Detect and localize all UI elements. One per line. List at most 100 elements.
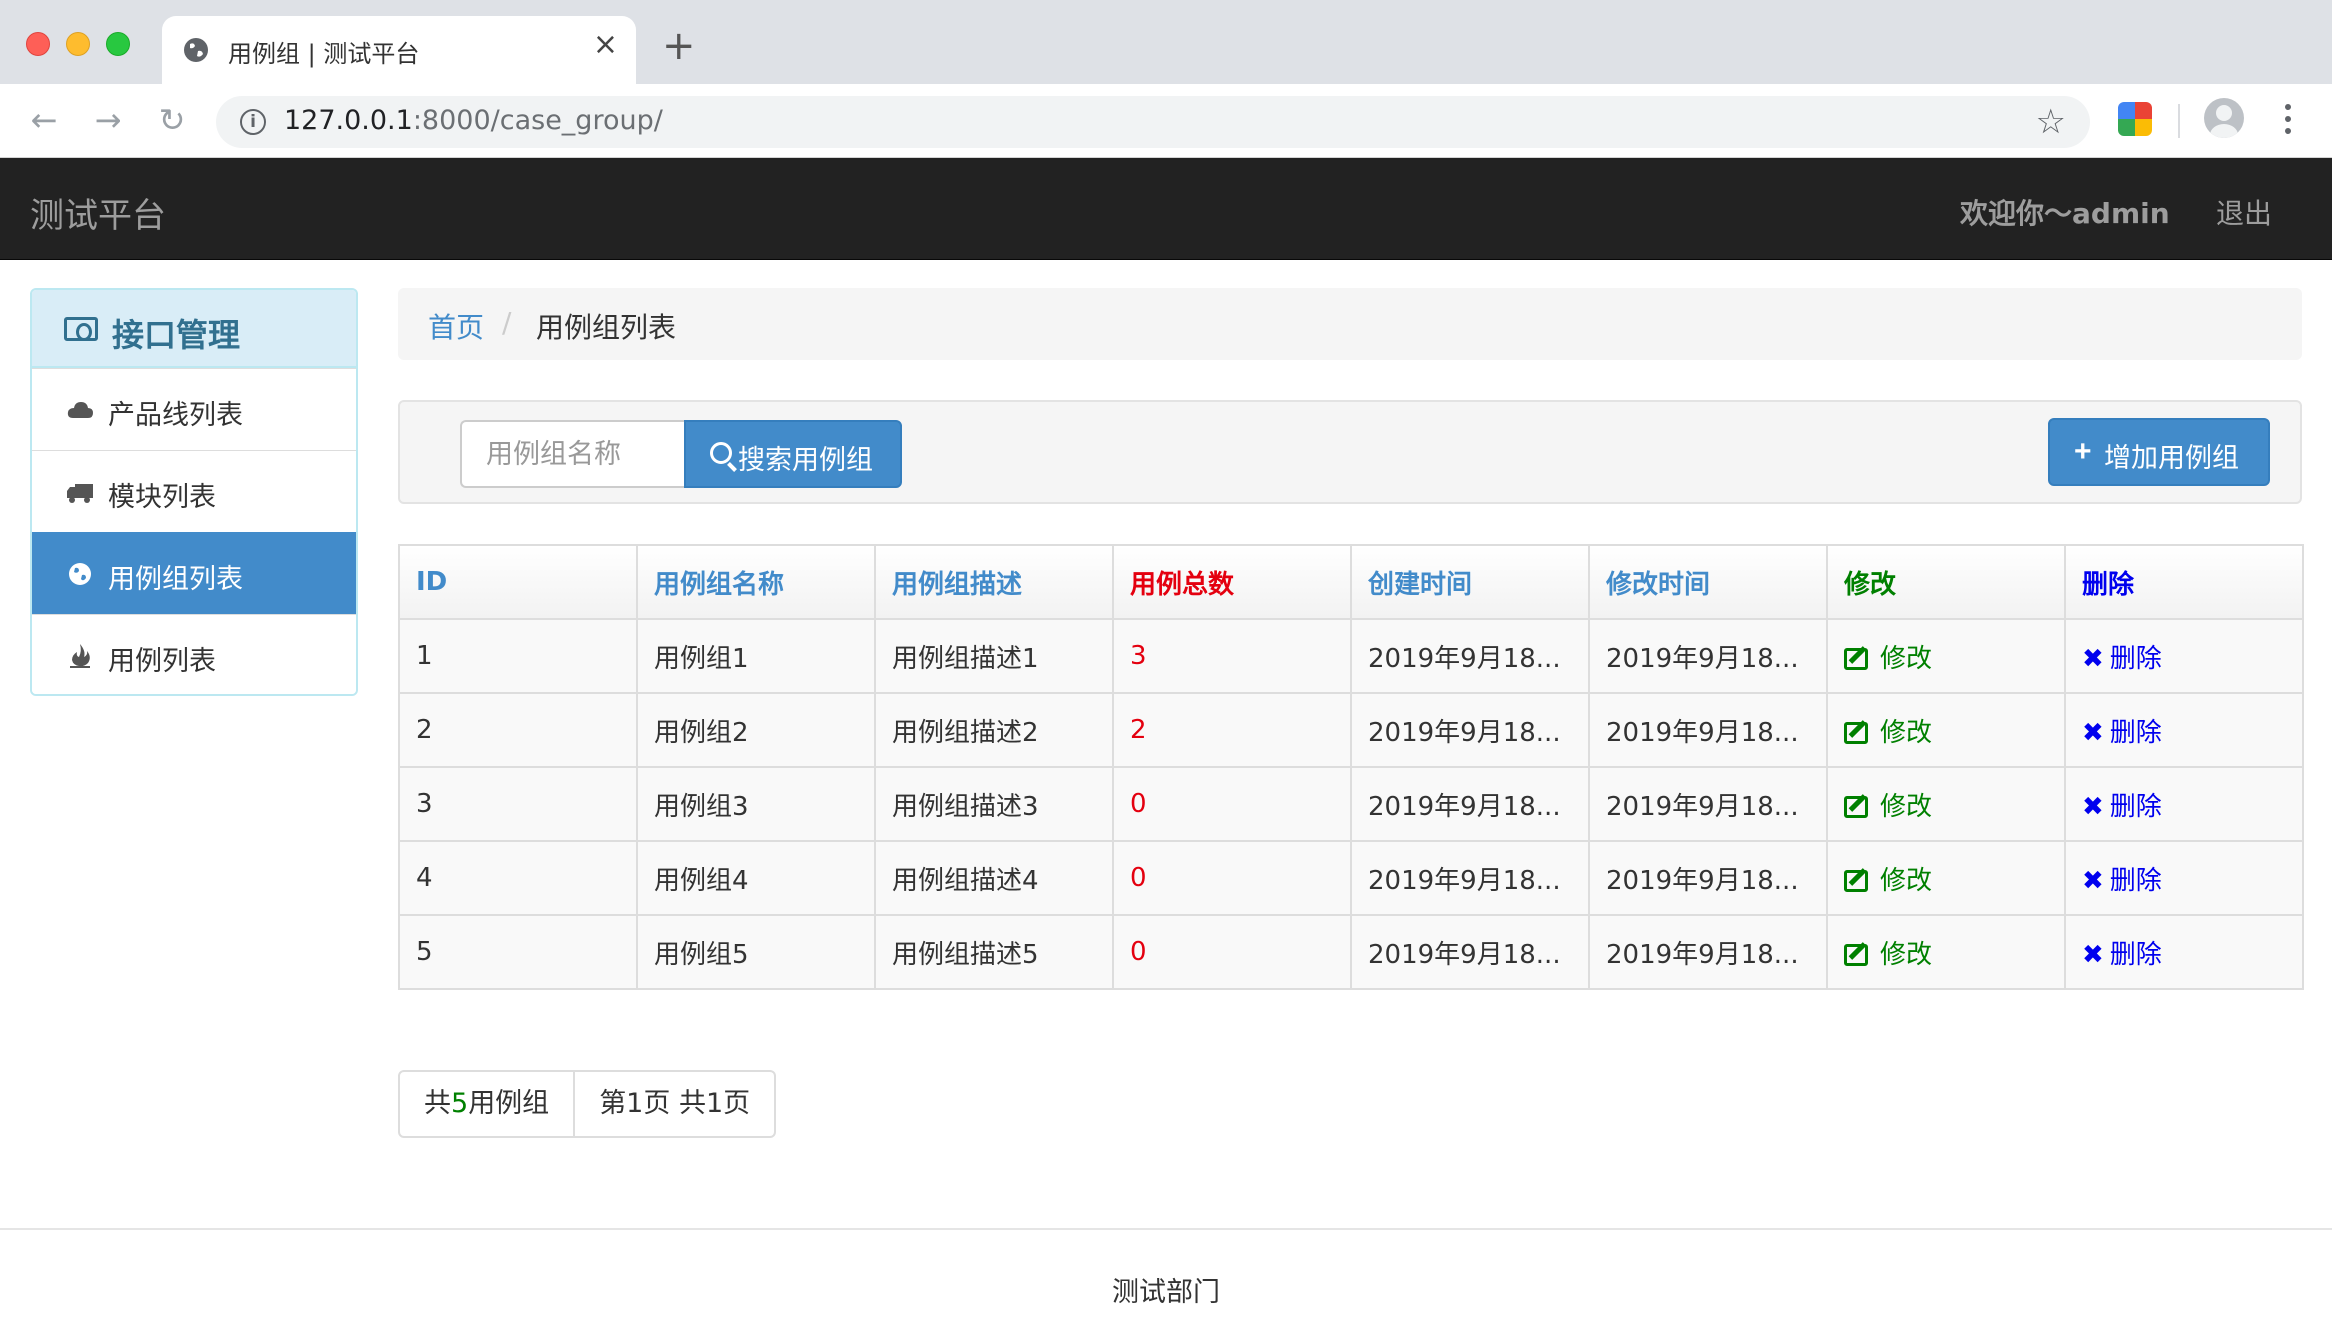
- address-bar[interactable]: i 127.0.0.1:8000/case_group/ ☆: [216, 96, 2090, 148]
- forward-arrow-icon[interactable]: →: [88, 100, 128, 140]
- cell-total: 0: [1112, 766, 1352, 842]
- sidebar-panel: 接口管理 产品线列表 模块列表 用例组列表 用例列表: [30, 288, 358, 696]
- cell-name: 用例组3: [636, 766, 876, 842]
- browser-toolbar: ← → ↻ i 127.0.0.1:8000/case_group/ ☆: [0, 84, 2332, 158]
- fire-icon: [66, 643, 94, 669]
- breadcrumb-current: 用例组列表: [536, 311, 677, 344]
- sidebar-item-label: 用例组列表: [108, 564, 243, 595]
- window-minimize-button[interactable]: [66, 32, 90, 56]
- browser-tab[interactable]: 用例组 | 测试平台 ×: [162, 16, 636, 84]
- sidebar-item-label: 模块列表: [108, 482, 216, 513]
- column-header-total: 用例总数: [1112, 544, 1352, 620]
- cell-modified: 2019年9月18...: [1588, 914, 1828, 990]
- breadcrumb-separator: /: [502, 306, 512, 339]
- pagination: 共5用例组 第1页 共1页: [398, 1070, 777, 1138]
- search-input[interactable]: [460, 420, 684, 488]
- edit-link[interactable]: 修改: [1844, 792, 1932, 822]
- sidebar-item-case-groups[interactable]: 用例组列表: [32, 532, 356, 614]
- delete-x-icon: ✖: [2082, 717, 2104, 748]
- info-icon[interactable]: i: [240, 109, 266, 135]
- table-row: 2 用例组2 用例组描述2 2 2019年9月18... 2019年9月18..…: [398, 692, 2304, 768]
- profile-avatar-icon[interactable]: [2204, 98, 2244, 138]
- delete-link[interactable]: ✖ 删除: [2082, 866, 2162, 896]
- add-case-group-button[interactable]: + 增加用例组: [2048, 418, 2270, 486]
- table-row: 3 用例组3 用例组描述3 0 2019年9月18... 2019年9月18..…: [398, 766, 2304, 842]
- cell-total: 0: [1112, 914, 1352, 990]
- brand-title[interactable]: 测试平台: [30, 188, 166, 237]
- cell-delete: ✖ 删除: [2064, 618, 2304, 694]
- extension-icon[interactable]: [2118, 102, 2152, 136]
- edit-link[interactable]: 修改: [1844, 644, 1932, 674]
- delete-link[interactable]: ✖ 删除: [2082, 792, 2162, 822]
- edit-link[interactable]: 修改: [1844, 718, 1932, 748]
- column-header-modified: 修改时间: [1588, 544, 1828, 620]
- edit-icon: [1844, 943, 1868, 966]
- table-header-row: ID 用例组名称 用例组描述 用例总数 创建时间 修改时间 修改 删除: [398, 544, 2304, 620]
- column-header-id: ID: [398, 544, 638, 620]
- sidebar-heading-title: 接口管理: [112, 316, 241, 354]
- money-icon: [64, 317, 98, 341]
- top-navbar: 测试平台 欢迎你～admin 退出: [0, 158, 2332, 260]
- new-tab-button[interactable]: +: [662, 26, 696, 66]
- cell-description: 用例组描述3: [874, 766, 1114, 842]
- cell-edit: 修改: [1826, 914, 2066, 990]
- cell-total: 3: [1112, 618, 1352, 694]
- search-button[interactable]: 搜索用例组: [684, 420, 902, 488]
- logout-link[interactable]: 退出: [2216, 192, 2272, 232]
- sidebar-item-cases[interactable]: 用例列表: [32, 614, 356, 694]
- sidebar-item-label: 用例列表: [108, 646, 216, 677]
- cell-delete: ✖ 删除: [2064, 914, 2304, 990]
- table-row: 4 用例组4 用例组描述4 0 2019年9月18... 2019年9月18..…: [398, 840, 2304, 916]
- edit-icon: [1844, 795, 1868, 818]
- add-button-label: 增加用例组: [2104, 443, 2239, 473]
- delete-x-icon: ✖: [2082, 865, 2104, 896]
- cell-created: 2019年9月18...: [1350, 766, 1590, 842]
- delete-link[interactable]: ✖ 删除: [2082, 940, 2162, 970]
- cell-name: 用例组5: [636, 914, 876, 990]
- breadcrumb-home-link[interactable]: 首页: [428, 306, 484, 346]
- sidebar-heading: 接口管理: [32, 290, 356, 368]
- column-header-name: 用例组名称: [636, 544, 876, 620]
- sidebar-item-modules[interactable]: 模块列表: [32, 450, 356, 532]
- column-header-delete: 删除: [2064, 544, 2304, 620]
- cell-total: 2: [1112, 692, 1352, 768]
- cell-description: 用例组描述2: [874, 692, 1114, 768]
- cell-id: 3: [398, 766, 638, 842]
- more-menu-icon[interactable]: [2278, 104, 2298, 140]
- reload-icon[interactable]: ↻: [152, 100, 192, 140]
- welcome-user-link[interactable]: 欢迎你～admin: [1960, 192, 2170, 232]
- delete-link[interactable]: ✖ 删除: [2082, 644, 2162, 674]
- url-text[interactable]: 127.0.0.1:8000/case_group/: [284, 105, 663, 136]
- cell-modified: 2019年9月18...: [1588, 618, 1828, 694]
- plus-icon: +: [2074, 435, 2092, 468]
- globe-icon: [184, 38, 208, 62]
- back-arrow-icon[interactable]: ←: [24, 100, 64, 140]
- column-header-created: 创建时间: [1350, 544, 1590, 620]
- search-panel: 搜索用例组 + 增加用例组: [398, 400, 2302, 504]
- cell-name: 用例组2: [636, 692, 876, 768]
- tab-close-icon[interactable]: ×: [593, 30, 618, 60]
- delete-x-icon: ✖: [2082, 643, 2104, 674]
- column-header-edit: 修改: [1826, 544, 2066, 620]
- cell-created: 2019年9月18...: [1350, 914, 1590, 990]
- cell-id: 4: [398, 840, 638, 916]
- globe-icon: [66, 561, 94, 587]
- window-zoom-button[interactable]: [106, 32, 130, 56]
- cell-description: 用例组描述4: [874, 840, 1114, 916]
- pagination-page-info: 第1页 共1页: [575, 1070, 777, 1138]
- delete-link[interactable]: ✖ 删除: [2082, 718, 2162, 748]
- edit-link[interactable]: 修改: [1844, 866, 1932, 896]
- cell-edit: 修改: [1826, 766, 2066, 842]
- bookmark-star-icon[interactable]: ☆: [2036, 102, 2066, 142]
- search-icon: [710, 442, 732, 464]
- delete-x-icon: ✖: [2082, 939, 2104, 970]
- edit-link[interactable]: 修改: [1844, 940, 1932, 970]
- window-close-button[interactable]: [26, 32, 50, 56]
- cell-delete: ✖ 删除: [2064, 766, 2304, 842]
- cell-modified: 2019年9月18...: [1588, 766, 1828, 842]
- cloud-icon: [66, 397, 94, 423]
- footer-text: 测试部门: [1112, 1277, 1220, 1308]
- tab-title: 用例组 | 测试平台: [228, 40, 420, 68]
- sidebar-item-product-lines[interactable]: 产品线列表: [32, 368, 356, 450]
- pagination-total: 共5用例组: [398, 1070, 576, 1138]
